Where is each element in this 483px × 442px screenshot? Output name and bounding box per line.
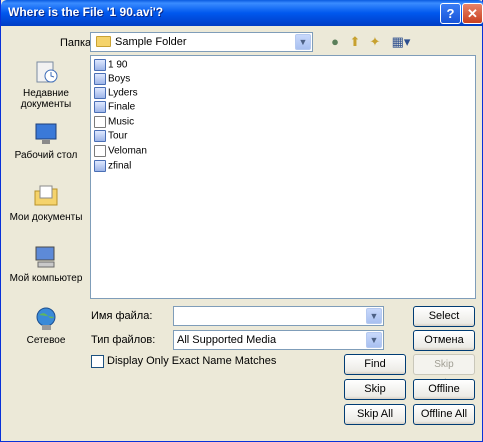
exact-match-checkbox[interactable] bbox=[91, 355, 104, 368]
close-button[interactable]: ✕ bbox=[462, 3, 483, 24]
offline-all-button[interactable]: Offline All bbox=[413, 404, 475, 425]
filetype-label: Тип файлов: bbox=[91, 334, 156, 346]
desktop-icon bbox=[35, 123, 57, 144]
video-file-icon bbox=[94, 130, 106, 142]
list-item[interactable]: Lyders bbox=[94, 87, 138, 101]
media-file-icon bbox=[94, 116, 106, 128]
chevron-down-icon[interactable]: ▼ bbox=[366, 332, 382, 348]
up-folder-icon[interactable]: ⬆ bbox=[346, 33, 364, 51]
title-bar[interactable]: Where is the File '1 90.avi'? ? ✕ bbox=[1, 0, 483, 26]
list-item[interactable]: 1 90 bbox=[94, 59, 127, 73]
file-name: Boys bbox=[108, 73, 131, 85]
filename-input[interactable]: ▼ bbox=[173, 306, 384, 326]
chevron-down-icon[interactable]: ▼ bbox=[295, 34, 311, 50]
place-label-my-documents: Мои документы bbox=[9, 212, 83, 223]
place-my-documents[interactable]: Мои документы bbox=[8, 183, 84, 223]
list-item[interactable]: Veloman bbox=[94, 145, 147, 159]
help-button[interactable]: ? bbox=[440, 3, 461, 24]
video-file-icon bbox=[94, 101, 106, 113]
exact-match-label: Display Only Exact Name Matches bbox=[107, 355, 277, 367]
place-desktop[interactable]: Рабочий стол bbox=[8, 121, 84, 161]
cancel-button[interactable]: Отмена bbox=[413, 330, 475, 351]
file-name: Lyders bbox=[108, 87, 138, 99]
views-menu-icon[interactable]: ▦▾ bbox=[388, 33, 414, 51]
file-name: Music bbox=[108, 116, 135, 128]
list-item[interactable]: Tour bbox=[94, 130, 127, 144]
document-file-icon bbox=[94, 145, 106, 157]
find-button[interactable]: Find bbox=[344, 354, 406, 375]
filetype-dropdown[interactable]: All Supported Media ▼ bbox=[173, 330, 384, 350]
recent-documents-icon bbox=[36, 61, 58, 83]
back-icon[interactable]: ● bbox=[326, 33, 344, 51]
video-file-icon bbox=[94, 160, 106, 172]
place-label-recent: Недавние документы bbox=[20, 88, 72, 110]
window-title: Where is the File '1 90.avi'? bbox=[8, 5, 164, 19]
place-recent-documents[interactable]: Недавние документы bbox=[8, 59, 84, 110]
list-item[interactable]: Music bbox=[94, 116, 134, 130]
place-label-network: Сетевое bbox=[26, 335, 66, 346]
filetype-value: All Supported Media bbox=[177, 334, 277, 346]
file-name: Veloman bbox=[108, 145, 147, 157]
list-item[interactable]: zfinal bbox=[94, 160, 131, 174]
file-name: Tour bbox=[108, 130, 128, 142]
place-network[interactable]: Сетевое bbox=[8, 306, 84, 346]
places-bar: Недавние документы Рабочий стол Мои доку… bbox=[8, 55, 84, 355]
select-button[interactable]: Select bbox=[413, 306, 475, 327]
list-item[interactable]: Finale bbox=[94, 101, 135, 115]
my-documents-icon bbox=[34, 185, 58, 206]
video-file-icon bbox=[94, 73, 106, 85]
folder-icon bbox=[96, 36, 111, 47]
video-file-icon bbox=[94, 59, 106, 71]
offline-button[interactable]: Offline bbox=[413, 379, 475, 400]
place-my-computer[interactable]: Мой компьютер bbox=[8, 244, 84, 284]
skip-all-button[interactable]: Skip All bbox=[344, 404, 406, 425]
skip-previews-button[interactable]: Skip Previews bbox=[413, 354, 475, 389]
skip-button[interactable]: Skip bbox=[344, 379, 406, 400]
new-folder-icon[interactable]: ✦ bbox=[366, 33, 384, 51]
my-computer-icon bbox=[35, 246, 55, 268]
network-icon bbox=[36, 307, 56, 330]
chevron-down-icon[interactable]: ▼ bbox=[366, 308, 382, 324]
file-dialog-window: Where is the File '1 90.avi'? ? ✕ Папка:… bbox=[0, 0, 483, 442]
look-in-dropdown[interactable]: Sample Folder ▼ bbox=[90, 32, 313, 52]
list-item[interactable]: Boys bbox=[94, 73, 130, 87]
look-in-value: Sample Folder bbox=[115, 36, 187, 48]
place-label-desktop: Рабочий стол bbox=[14, 150, 78, 161]
place-label-my-computer: Мой компьютер bbox=[9, 273, 83, 284]
video-file-icon bbox=[94, 87, 106, 99]
file-name: Finale bbox=[108, 101, 136, 113]
file-name: 1 90 bbox=[108, 59, 128, 71]
file-list[interactable]: 1 90 Boys Lyders Finale Music Tour Velom… bbox=[90, 55, 476, 299]
filename-label: Имя файла: bbox=[91, 310, 153, 322]
file-name: zfinal bbox=[108, 160, 132, 172]
